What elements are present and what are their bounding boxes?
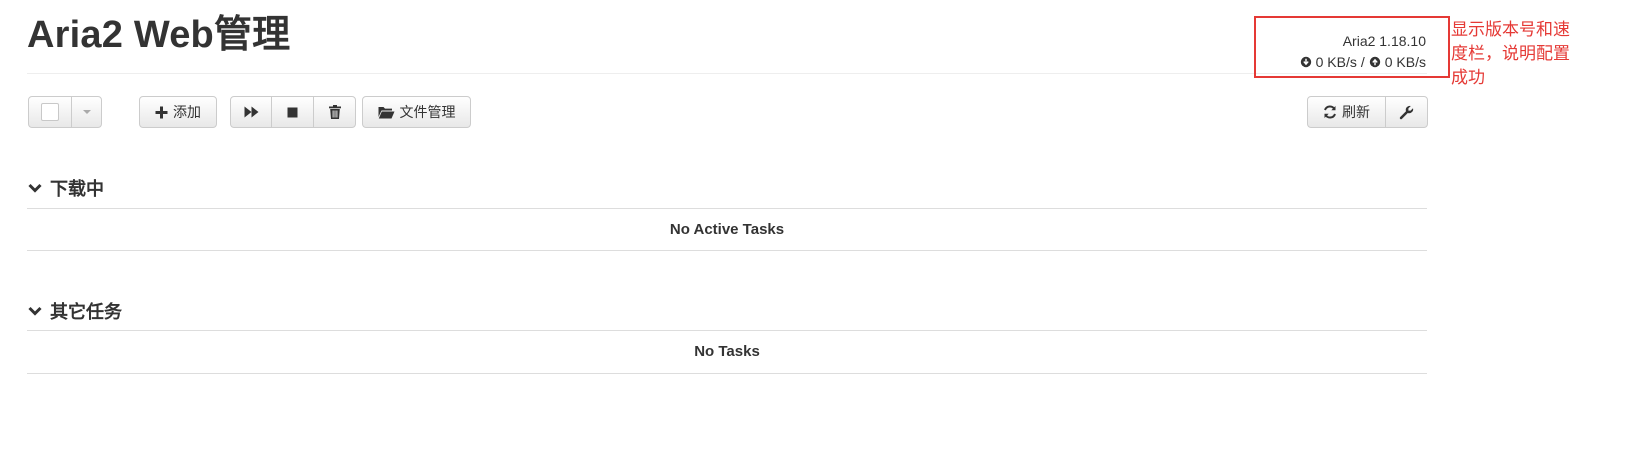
download-speed: 0 KB/s (1315, 54, 1357, 70)
section-downloading-header[interactable]: 下载中 (28, 175, 104, 201)
version-label: Aria2 1.18.10 (1342, 33, 1426, 49)
resume-button[interactable] (230, 96, 272, 128)
speed-separator: / (1360, 54, 1365, 70)
section-downloading-title: 下载中 (50, 179, 104, 199)
select-all-button[interactable] (28, 96, 72, 128)
add-button-label: 添加 (173, 104, 201, 120)
file-manager-group: 文件管理 (362, 96, 471, 128)
select-button-group (28, 96, 102, 128)
annotation-note: 显示版本号和速度栏，说明配置成功 (1451, 20, 1570, 88)
select-dropdown-button[interactable] (71, 96, 102, 128)
section-other-title: 其它任务 (50, 302, 122, 322)
section-downloading-divider-top (27, 208, 1427, 209)
delete-button[interactable] (313, 96, 356, 128)
refresh-button[interactable]: 刷新 (1307, 96, 1386, 128)
fast-forward-icon (244, 106, 258, 118)
download-speed-icon (1300, 56, 1311, 68)
refresh-icon (1324, 105, 1336, 119)
settings-button[interactable] (1385, 96, 1428, 128)
chevron-down-icon (28, 183, 42, 193)
file-manager-button[interactable]: 文件管理 (362, 96, 471, 128)
section-other-header[interactable]: 其它任务 (28, 298, 122, 324)
speed-bar: 0 KB/s / 0 KB/s (1300, 54, 1426, 70)
add-button-group: 添加 (139, 96, 217, 128)
refresh-label: 刷新 (1342, 104, 1370, 120)
add-button[interactable]: 添加 (139, 96, 217, 128)
section-other-divider-bottom (27, 373, 1427, 374)
caret-down-icon (82, 110, 91, 114)
section-downloading-divider-bottom (27, 250, 1427, 251)
section-other-divider-top (27, 330, 1427, 331)
stop-button[interactable] (271, 96, 314, 128)
no-active-tasks-message: No Active Tasks (669, 221, 785, 238)
stop-icon (287, 107, 298, 117)
folder-open-icon (378, 106, 394, 118)
upload-speed-icon (1369, 56, 1380, 68)
plus-icon (155, 106, 168, 118)
file-manager-label: 文件管理 (399, 104, 456, 120)
task-control-group (230, 96, 356, 128)
checkbox-icon (41, 103, 59, 121)
right-button-group: 刷新 (1307, 96, 1428, 128)
upload-speed: 0 KB/s (1384, 54, 1426, 70)
page-title: Aria2 Web管理 (27, 14, 291, 56)
chevron-down-icon (28, 306, 42, 316)
title-divider (27, 73, 1427, 74)
trash-icon (328, 105, 341, 119)
no-tasks-message: No Tasks (694, 343, 760, 360)
wrench-icon (1399, 105, 1414, 119)
